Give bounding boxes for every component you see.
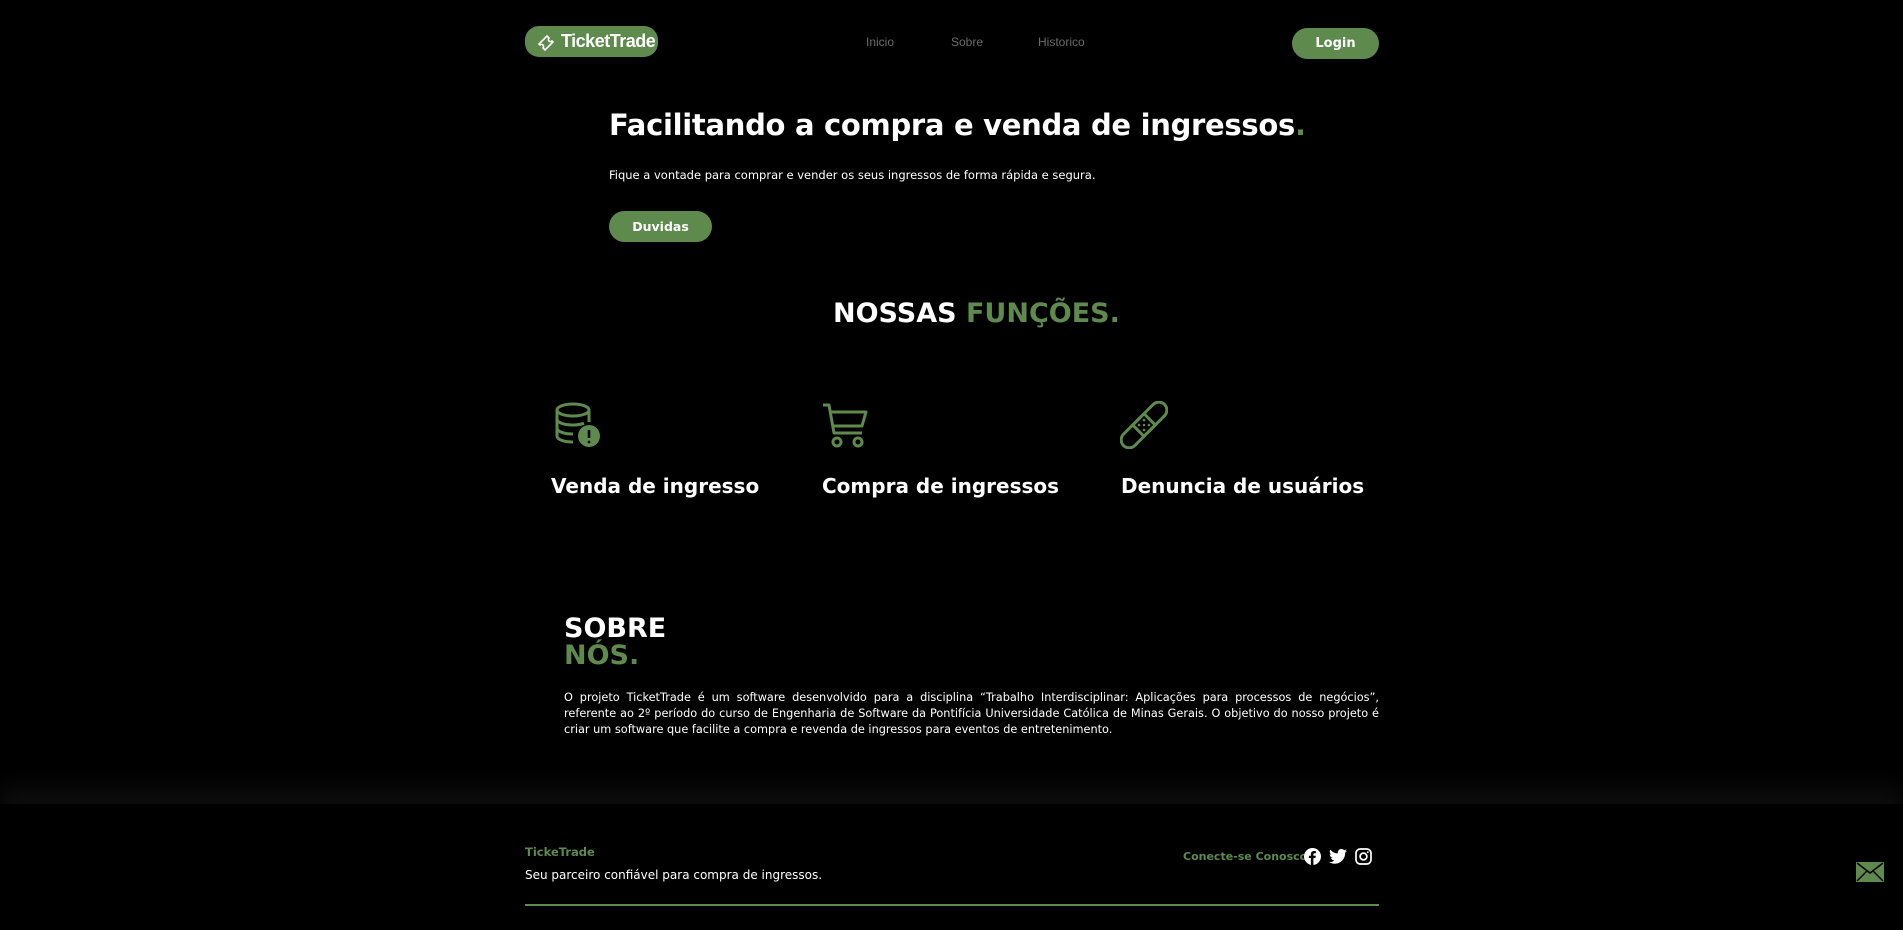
about-title-green: NÓS.: [564, 640, 640, 671]
footer-connect-label: Conecte-se Conosco: [1183, 850, 1308, 863]
twitter-icon[interactable]: [1329, 849, 1347, 868]
bandage-icon: [1120, 401, 1168, 449]
features-title: NOSSAS FUNÇÕES.: [833, 298, 1120, 329]
mail-icon[interactable]: [1856, 862, 1884, 886]
features-title-green: FUNÇÕES.: [965, 298, 1120, 329]
nav-sobre[interactable]: Sobre: [951, 35, 983, 49]
login-button[interactable]: Login: [1292, 28, 1379, 59]
cart-icon: [822, 402, 868, 448]
features-title-white: NOSSAS: [833, 298, 957, 329]
nav-historico[interactable]: Historico: [1038, 35, 1085, 49]
feature-label-venda: Venda de ingresso: [551, 474, 760, 498]
ticket-icon: [537, 34, 555, 51]
footer-divider: [525, 904, 1379, 906]
feature-label-denuncia: Denuncia de usuários: [1121, 474, 1365, 498]
hero-title-dot: .: [1294, 108, 1306, 142]
logo[interactable]: TicketTrade: [525, 26, 658, 57]
logo-text: TicketTrade: [561, 31, 656, 51]
hero-title-text: Facilitando a compra e venda de ingresso…: [609, 108, 1295, 142]
footer-tagline: Seu parceiro confiável para compra de in…: [525, 868, 823, 882]
footer: [0, 804, 1903, 930]
instagram-icon[interactable]: [1355, 848, 1372, 869]
about-text: O projeto TicketTrade é um software dese…: [564, 691, 1379, 736]
duvidas-button[interactable]: Duvidas: [609, 211, 712, 242]
about-title-white: SOBRE: [564, 613, 667, 644]
hero-title: Facilitando a compra e venda de ingresso…: [609, 108, 1306, 142]
feature-label-compra: Compra de ingressos: [822, 474, 1060, 498]
database-alert-icon: [555, 402, 601, 448]
facebook-icon[interactable]: [1304, 848, 1321, 869]
footer-brand: TickeTrade: [525, 845, 595, 859]
nav-inicio[interactable]: Inicio: [866, 35, 894, 49]
hero-subtitle: Fique a vontade para comprar e vender os…: [609, 168, 1096, 182]
